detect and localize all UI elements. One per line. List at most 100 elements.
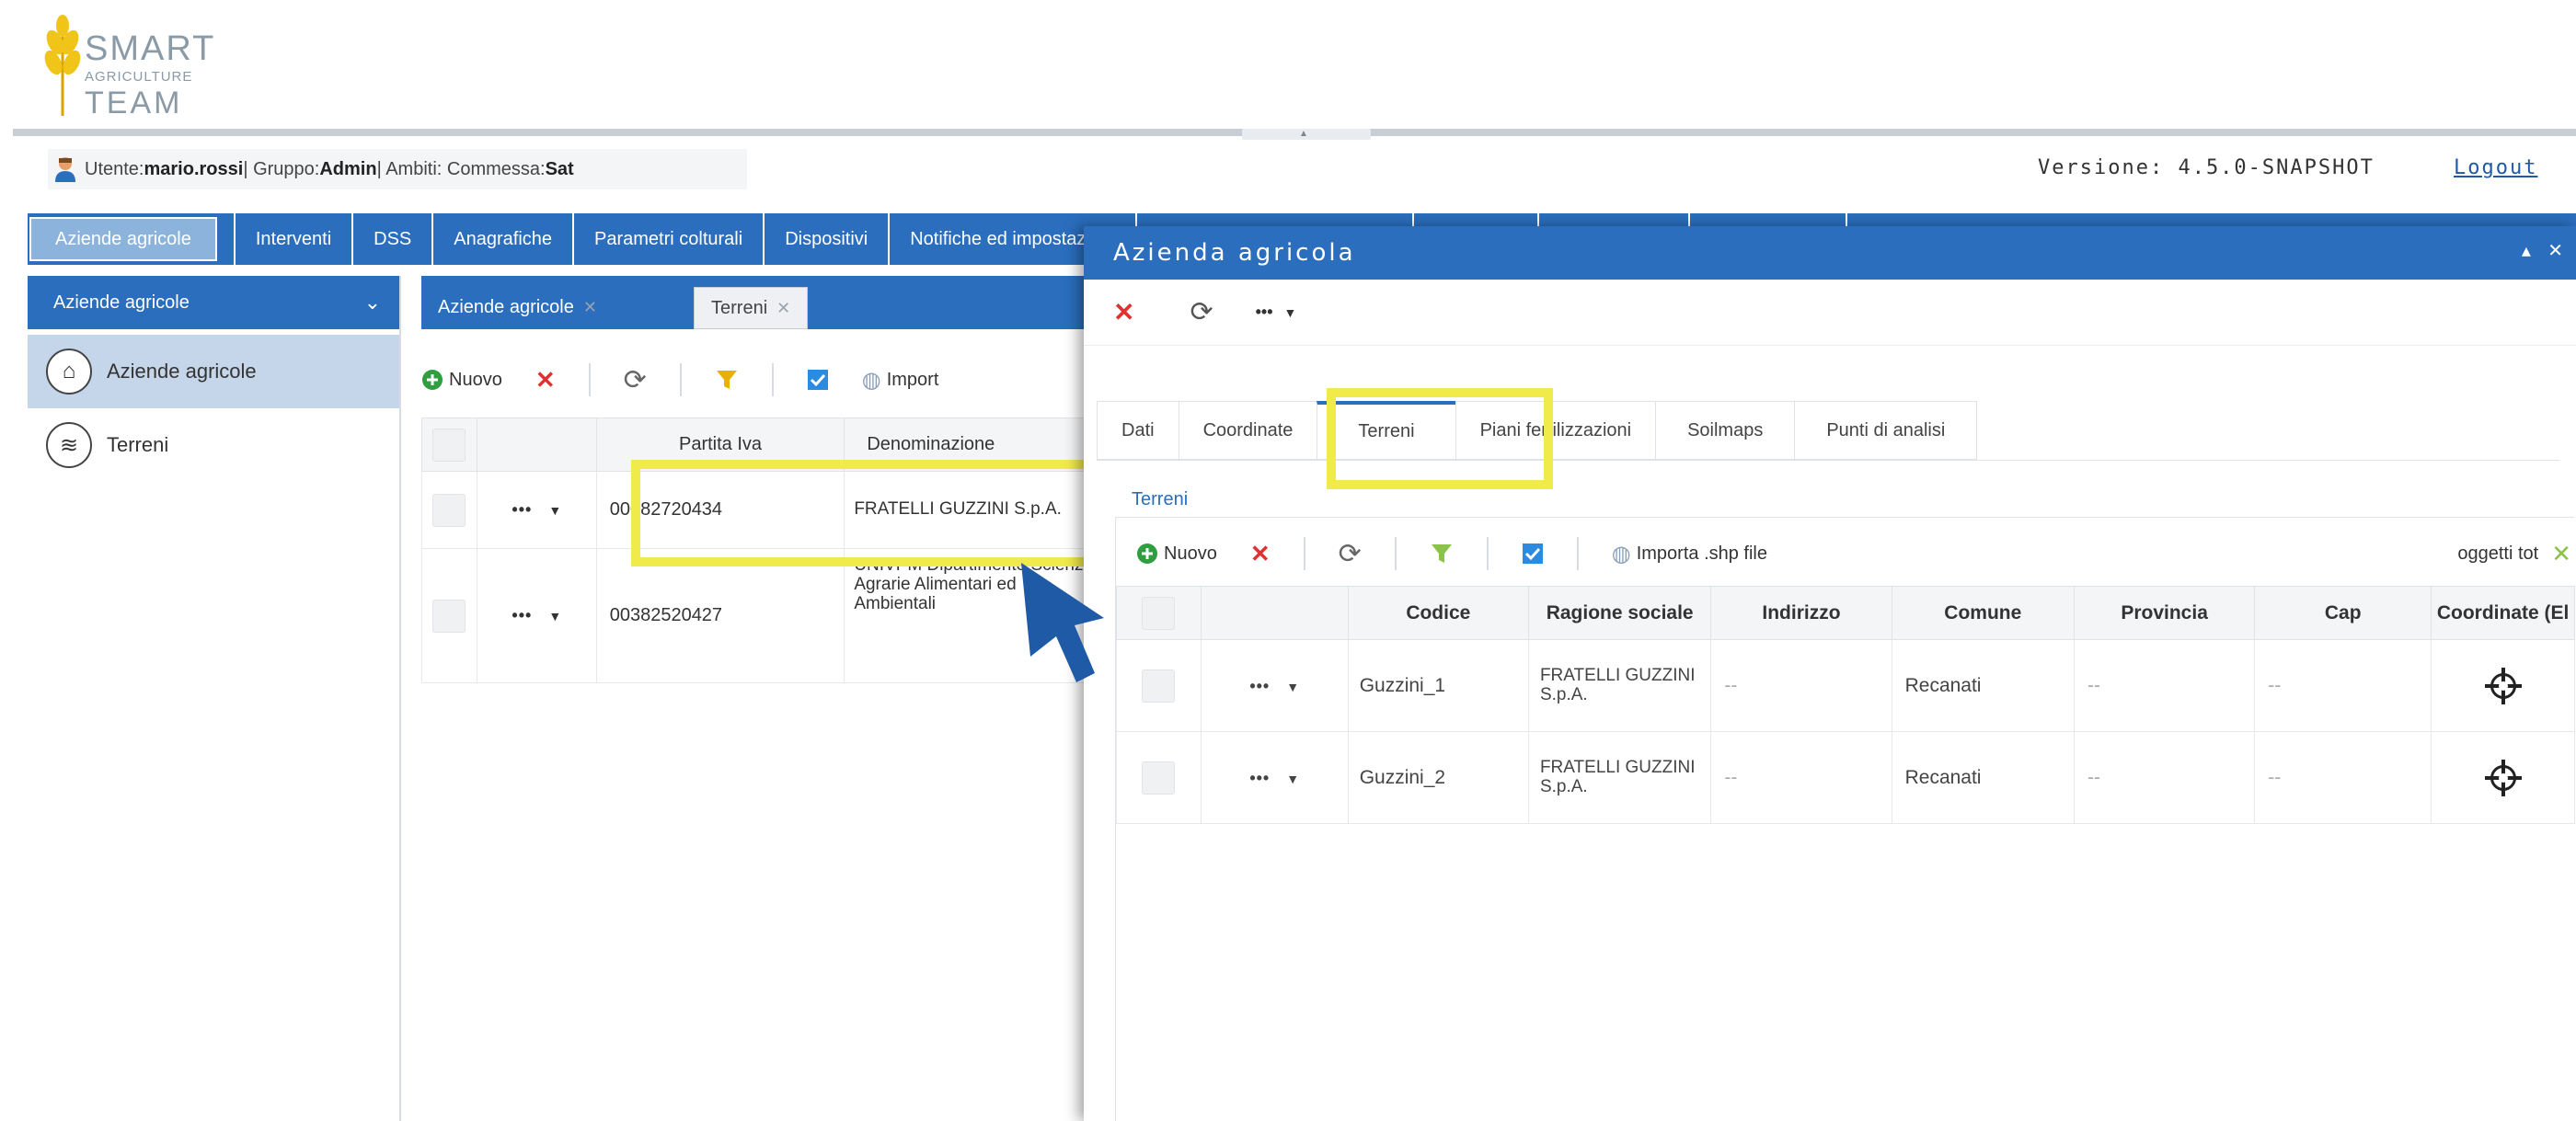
nav-aziende-agricole[interactable]: Aziende agricole <box>29 217 217 261</box>
sidebar-item-aziende[interactable]: ⌂ Aziende agricole <box>28 335 399 408</box>
new-button[interactable]: Nuovo <box>421 369 502 391</box>
table-row[interactable]: ••• ▼ Guzzini_2 FRATELLI GUZZINI S.p.A. -… <box>1116 731 2575 824</box>
user-icon <box>55 157 75 182</box>
caret-down-icon[interactable]: ▼ <box>548 503 561 518</box>
delete-icon[interactable]: ✕ <box>1113 297 1134 327</box>
tab-dati[interactable]: Dati <box>1097 401 1179 460</box>
row-checkbox[interactable] <box>432 493 466 527</box>
logout-link[interactable]: Logout <box>2454 156 2537 179</box>
column-header-provincia[interactable]: Provincia <box>2073 586 2256 640</box>
sidebar-header[interactable]: Aziende agricole ⌄ <box>28 276 399 329</box>
close-icon[interactable]: ✕ <box>583 298 597 317</box>
tab-punti-di-analisi[interactable]: Punti di analisi <box>1794 401 1978 460</box>
sidebar-item-terreni[interactable]: ≋ Terreni <box>28 408 399 482</box>
pointer-arrow-icon <box>1021 563 1104 682</box>
tab-terreni[interactable]: Terreni ✕ <box>694 287 809 329</box>
caret-down-icon[interactable]: ▼ <box>1286 680 1299 694</box>
refresh-button[interactable]: ⟳ <box>1339 538 1362 570</box>
refresh-button[interactable]: ⟳ <box>624 364 647 396</box>
table-row[interactable]: ••• ▼ Guzzini_1 FRATELLI GUZZINI S.p.A. -… <box>1116 639 2575 732</box>
close-filter-icon[interactable]: ✕ <box>2551 540 2571 568</box>
select-all-button[interactable] <box>807 369 829 391</box>
delete-button[interactable]: ✕ <box>1250 540 1271 568</box>
nav-interventi[interactable]: Interventi <box>233 213 354 265</box>
caret-down-icon[interactable]: ▼ <box>1286 772 1299 786</box>
cell-ragione-sociale: FRATELLI GUZZINI S.p.A. <box>1527 731 1712 824</box>
row-checkbox-cell[interactable] <box>421 548 477 683</box>
tab-soilmaps[interactable]: Soilmaps <box>1655 401 1795 460</box>
select-all-cell[interactable] <box>421 418 477 472</box>
select-all-cell[interactable] <box>1116 586 1202 640</box>
refresh-icon[interactable]: ⟳ <box>1190 296 1213 328</box>
column-header-codice[interactable]: Codice <box>1347 586 1529 640</box>
panel-controls-icon[interactable]: ▴ ✕ <box>2522 239 2569 261</box>
cell-comune: Recanati <box>1891 639 2075 732</box>
filter-icon <box>716 371 737 389</box>
nav-parametri-colturali[interactable]: Parametri colturali <box>574 213 765 265</box>
sidebar-item-label: Aziende agricole <box>107 360 257 383</box>
column-header-indirizzo[interactable]: Indirizzo <box>1710 586 1892 640</box>
cell-partita-iva: 00382520427 <box>595 548 845 683</box>
cell-coordinate[interactable] <box>2431 639 2575 732</box>
globe-icon: ◍ <box>1611 541 1631 566</box>
select-all-button[interactable] <box>1522 543 1544 565</box>
row-actions[interactable]: ••• ▼ <box>1200 731 1349 824</box>
more-icon[interactable]: ••• <box>512 606 532 624</box>
row-checkbox[interactable] <box>1142 669 1176 703</box>
detail-header: Azienda agricola ▴ ✕ <box>1084 226 2576 280</box>
refresh-icon: ⟳ <box>623 364 647 395</box>
close-icon[interactable]: ✕ <box>776 299 790 318</box>
tab-coordinate[interactable]: Coordinate <box>1178 401 1317 460</box>
checkbox-icon <box>1522 543 1543 564</box>
more-icon[interactable]: ••• <box>1249 769 1270 787</box>
row-checkbox[interactable] <box>1142 761 1176 795</box>
more-icon[interactable]: ••• <box>512 500 532 519</box>
row-checkbox[interactable] <box>432 428 466 462</box>
more-icon[interactable]: ••• <box>1256 303 1273 322</box>
crosshair-icon[interactable] <box>2484 667 2522 704</box>
nav-anagrafiche[interactable]: Anagrafiche <box>433 213 575 265</box>
table-row[interactable]: ••• ▼ 00382520427 UNIVPM Dipartimento Sci… <box>421 548 1102 683</box>
nav-dss[interactable]: DSS <box>353 213 434 265</box>
delete-button[interactable]: ✕ <box>535 366 556 395</box>
import-shp-button[interactable]: ◍ Importa .shp file <box>1612 541 1767 567</box>
filter-button[interactable] <box>715 368 739 392</box>
checkbox-icon <box>807 370 828 390</box>
import-button[interactable]: ◍ Import <box>862 367 939 394</box>
tab-aziende-agricole[interactable]: Aziende agricole ✕ <box>421 285 614 329</box>
row-checkbox-cell[interactable] <box>421 471 477 549</box>
column-header-coordinate[interactable]: Coordinate (El <box>2431 586 2575 640</box>
column-header-ragione-sociale[interactable]: Ragione sociale <box>1527 586 1712 640</box>
row-actions[interactable]: ••• ▼ <box>476 471 597 549</box>
row-actions[interactable]: ••• ▼ <box>1200 639 1349 732</box>
delete-icon: ✕ <box>1249 539 1271 567</box>
nav-dispositivi[interactable]: Dispositivi <box>765 213 891 265</box>
user-info-bar: Utente: mario.rossi | Gruppo: Admin | Am… <box>48 149 747 189</box>
delete-icon: ✕ <box>535 365 556 394</box>
more-icon[interactable]: ••• <box>1249 677 1270 695</box>
row-checkbox-cell[interactable] <box>1116 639 1202 732</box>
column-header-comune[interactable]: Comune <box>1891 586 2075 640</box>
total-objects-label: oggetti tot <box>2457 543 2539 564</box>
filter-button[interactable] <box>1430 542 1454 566</box>
cell-coordinate[interactable] <box>2431 731 2575 824</box>
caret-down-icon[interactable]: ▼ <box>548 609 561 623</box>
new-button[interactable]: Nuovo <box>1136 543 1217 565</box>
splitter-handle[interactable]: ▲ <box>1242 129 1371 140</box>
column-header-cap[interactable]: Cap <box>2254 586 2432 640</box>
new-label: Nuovo <box>1164 543 1217 564</box>
app-logo: SMART AGRICULTURE TEAM <box>28 11 230 121</box>
row-actions[interactable]: ••• ▼ <box>476 548 597 683</box>
user-prefix: Utente: <box>85 158 144 179</box>
actions-header <box>476 418 597 472</box>
refresh-icon: ⟳ <box>1338 538 1362 569</box>
chevron-down-icon[interactable]: ⌄ <box>364 291 381 315</box>
left-sidebar: Aziende agricole ⌄ ⌂ Aziende agricole ≋ … <box>28 276 401 1121</box>
scope-prefix: | Ambiti: Commessa: <box>376 158 546 179</box>
row-checkbox-cell[interactable] <box>1116 731 1202 824</box>
center-tab-bar: Aziende agricole ✕ Terreni ✕ <box>421 276 1102 329</box>
crosshair-icon[interactable] <box>2484 759 2522 796</box>
caret-down-icon[interactable]: ▼ <box>1284 305 1297 320</box>
row-checkbox[interactable] <box>432 599 466 633</box>
row-checkbox[interactable] <box>1142 596 1176 630</box>
